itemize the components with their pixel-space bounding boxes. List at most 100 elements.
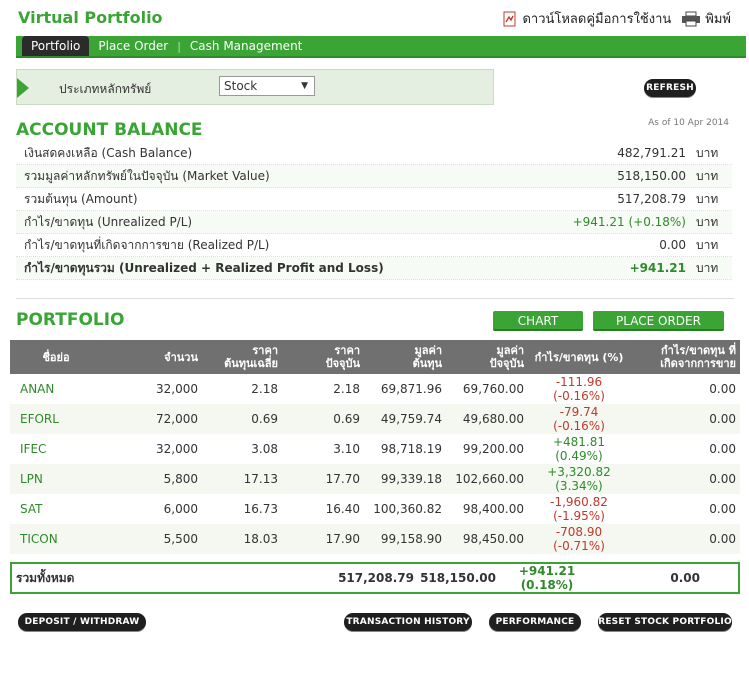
- pl-cell: +3,320.82 (3.34%): [528, 464, 630, 494]
- pl-cell: -111.96 (-0.16%): [528, 374, 630, 404]
- avg-cost-cell: 18.03: [202, 524, 282, 554]
- balance-row-market-value: รวมมูลค่าหลักทรัพย์ในปัจจุบัน (Market Va…: [16, 165, 732, 188]
- balance-row-cash: เงินสดคงเหลือ (Cash Balance) 482,791.21 …: [16, 142, 732, 165]
- balance-value: 517,208.79: [617, 192, 686, 206]
- print-link[interactable]: พิมพ์: [681, 8, 731, 29]
- qty-cell: 32,000: [102, 434, 202, 464]
- reset-portfolio-button[interactable]: RESET STOCK PORTFOLIO: [598, 613, 732, 631]
- col-header-cost-value: มูลค่า ต้นทุน: [364, 340, 446, 374]
- tab-portfolio[interactable]: Portfolio: [22, 36, 90, 56]
- pdf-icon: [503, 11, 516, 26]
- balance-label: กำไร/ขาดทุนรวม (Unrealized + Realized Pr…: [24, 260, 384, 275]
- balance-value: 482,791.21: [617, 146, 686, 160]
- pl-cell: -79.74 (-0.16%): [528, 404, 630, 434]
- price-cell: 17.90: [282, 524, 364, 554]
- table-row: TICON 5,500 18.03 17.90 99,158.90 98,450…: [10, 524, 740, 554]
- transaction-history-button[interactable]: TRANSACTION HISTORY: [344, 613, 472, 631]
- symbol-link[interactable]: EFORL: [10, 404, 102, 434]
- qty-cell: 5,800: [102, 464, 202, 494]
- refresh-button[interactable]: REFRESH: [644, 79, 696, 97]
- table-row: SAT 6,000 16.73 16.40 100,360.82 98,400.…: [10, 494, 740, 524]
- realized-cell: 0.00: [630, 524, 740, 554]
- symbol-link[interactable]: LPN: [10, 464, 102, 494]
- symbol-link[interactable]: SAT: [10, 494, 102, 524]
- realized-cell: 0.00: [630, 494, 740, 524]
- qty-cell: 72,000: [102, 404, 202, 434]
- cost-value-cell: 99,158.90: [364, 524, 446, 554]
- balance-label: กำไร/ขาดทุน (Unrealized P/L): [24, 214, 193, 229]
- balance-value: +941.21 (+0.18%): [572, 215, 686, 229]
- security-type-select[interactable]: Stock ▼: [219, 76, 315, 96]
- market-value-cell: 49,680.00: [446, 404, 528, 434]
- balance-value: 518,150.00: [617, 169, 686, 183]
- tab-cash-management[interactable]: Cash Management: [181, 36, 311, 56]
- price-cell: 2.18: [282, 374, 364, 404]
- symbol-link[interactable]: IFEC: [10, 434, 102, 464]
- total-cost-value: 517,208.79: [338, 571, 414, 585]
- balance-unit: บาท: [696, 214, 719, 229]
- app-title: Virtual Portfolio: [18, 8, 163, 27]
- cost-value-cell: 98,718.19: [364, 434, 446, 464]
- symbol-link[interactable]: TICON: [10, 524, 102, 554]
- col-header-price: ราคา ปัจจุบัน: [282, 340, 364, 374]
- pl-cell: -1,960.82 (-1.95%): [528, 494, 630, 524]
- balance-label: กำไร/ขาดทุนที่เกิดจากการขาย (Realized P/…: [24, 237, 270, 252]
- total-market-value: 518,150.00: [420, 571, 496, 585]
- page-header: Virtual Portfolio ดาวน์โหลดคู่มือการใช้ง…: [0, 0, 749, 36]
- portfolio-title: PORTFOLIO: [16, 310, 125, 330]
- symbol-link[interactable]: ANAN: [10, 374, 102, 404]
- col-header-avg-cost: ราคา ต้นทุนเฉลี่ย: [202, 340, 282, 374]
- col-header-pl: กำไร/ขาดทุน (%): [528, 340, 630, 374]
- balance-row-unrealized: กำไร/ขาดทุน (Unrealized P/L) +941.21 (+0…: [16, 211, 732, 234]
- download-manual-link[interactable]: ดาวน์โหลดคู่มือการใช้งาน: [502, 8, 671, 29]
- balance-row-realized: กำไร/ขาดทุนที่เกิดจากการขาย (Realized P/…: [16, 234, 732, 257]
- chart-button[interactable]: CHART: [493, 311, 583, 331]
- market-value-cell: 98,450.00: [446, 524, 528, 554]
- balance-unit: บาท: [696, 168, 719, 183]
- account-balance-title: ACCOUNT BALANCE: [16, 120, 203, 140]
- total-label: รวมทั้งหมด: [16, 570, 75, 585]
- balance-label: รวมมูลค่าหลักทรัพย์ในปัจจุบัน (Market Va…: [24, 168, 270, 183]
- balance-unit: บาท: [696, 145, 719, 160]
- realized-cell: 0.00: [630, 404, 740, 434]
- pl-cell: +481.81 (0.49%): [528, 434, 630, 464]
- col-header-market-value: มูลค่า ปัจจุบัน: [446, 340, 528, 374]
- balance-value: 0.00: [659, 238, 686, 252]
- balance-label: เงินสดคงเหลือ (Cash Balance): [24, 145, 193, 160]
- realized-cell: 0.00: [630, 434, 740, 464]
- price-cell: 3.10: [282, 434, 364, 464]
- section-divider: [16, 298, 734, 299]
- price-cell: 17.70: [282, 464, 364, 494]
- qty-cell: 6,000: [102, 494, 202, 524]
- balance-row-total-pl: กำไร/ขาดทุนรวม (Unrealized + Realized Pr…: [16, 257, 732, 280]
- header-links: ดาวน์โหลดคู่มือการใช้งาน พิมพ์: [502, 8, 731, 29]
- deposit-withdraw-button[interactable]: DEPOSIT / WITHDRAW: [18, 613, 146, 631]
- balance-unit: บาท: [696, 191, 719, 206]
- as-of-date: As of 10 Apr 2014: [648, 118, 729, 128]
- balance-row-amount: รวมต้นทุน (Amount) 517,208.79 บาท: [16, 188, 732, 211]
- total-realized: 0.00: [670, 571, 700, 585]
- performance-button[interactable]: PERFORMANCE: [489, 613, 581, 631]
- portfolio-total-row: รวมทั้งหมด 517,208.79 518,150.00 +941.21…: [10, 562, 740, 594]
- pl-cell: -708.90 (-0.71%): [528, 524, 630, 554]
- place-order-button[interactable]: PLACE ORDER: [593, 311, 724, 331]
- security-type-filter: ประเภทหลักทรัพย์ Stock ▼: [16, 69, 494, 105]
- total-pl: +941.21 (0.18%): [518, 564, 576, 592]
- avg-cost-cell: 3.08: [202, 434, 282, 464]
- caret-down-icon: ▼: [301, 81, 308, 91]
- table-row: IFEC 32,000 3.08 3.10 98,718.19 99,200.0…: [10, 434, 740, 464]
- realized-cell: 0.00: [630, 464, 740, 494]
- balance-label: รวมต้นทุน (Amount): [24, 191, 138, 206]
- balance-unit: บาท: [696, 260, 719, 275]
- cost-value-cell: 49,759.74: [364, 404, 446, 434]
- arrow-right-icon: [17, 78, 29, 98]
- avg-cost-cell: 0.69: [202, 404, 282, 434]
- print-label: พิมพ์: [705, 12, 731, 27]
- qty-cell: 5,500: [102, 524, 202, 554]
- col-header-qty: จำนวน: [102, 340, 202, 374]
- security-type-selected: Stock: [224, 79, 258, 93]
- avg-cost-cell: 17.13: [202, 464, 282, 494]
- price-cell: 16.40: [282, 494, 364, 524]
- cost-value-cell: 99,339.18: [364, 464, 446, 494]
- tab-place-order[interactable]: Place Order: [89, 36, 177, 56]
